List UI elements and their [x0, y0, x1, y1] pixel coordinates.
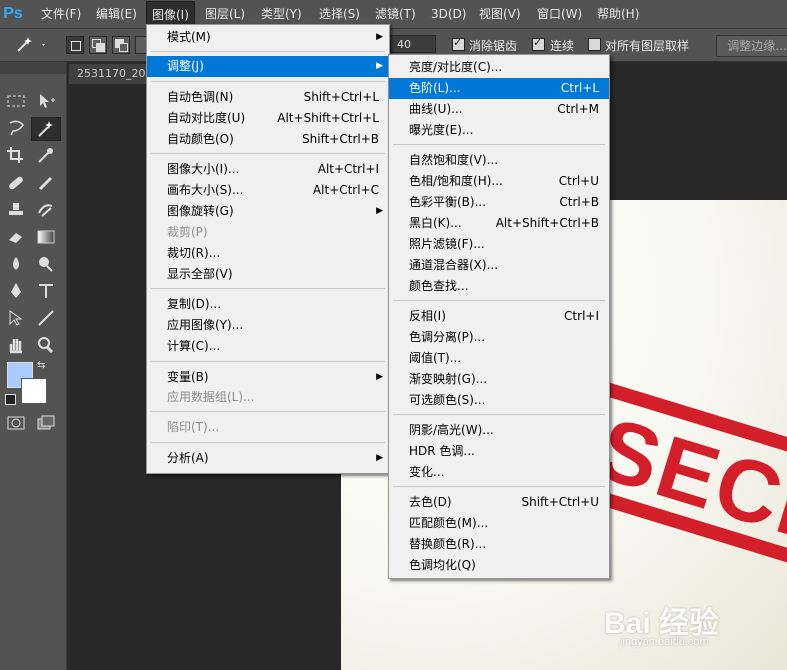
hand-tool-icon[interactable]	[2, 334, 30, 356]
menu-item-equalize[interactable]: 色调均化(Q)	[389, 555, 609, 576]
add-to-selection-icon[interactable]	[89, 36, 107, 54]
type-tool-icon[interactable]	[32, 280, 60, 302]
menu-view[interactable]: 视图(V)	[474, 0, 526, 28]
sample-all-layers-checkbox[interactable]	[588, 38, 601, 51]
gradient-tool-icon[interactable]	[32, 226, 60, 248]
menu-item-gradient-map[interactable]: 渐变映射(G)...	[389, 369, 609, 390]
anti-alias-checkbox[interactable]	[452, 36, 465, 51]
menu-item-analysis[interactable]: 分析(A) ▶	[147, 448, 389, 469]
sample-all-layers-label: 对所有图层取样	[605, 39, 690, 53]
adjustments-submenu: 亮度/对比度(C)... 色阶(L)... Ctrl+L 曲线(U)... Ctrl…	[388, 54, 610, 579]
image-menu: 模式(M) ▶ 调整(J) ▶ 自动色调(N) Shift+Ctrl+L 自动对比度(…	[146, 24, 390, 474]
baidu-watermark-url: jingyan.baidu.com	[620, 636, 709, 648]
toolbox: ⇆	[0, 62, 67, 670]
photoshop-logo: Ps	[3, 5, 23, 22]
move-tool-icon[interactable]	[32, 90, 60, 112]
menu-3d[interactable]: 3D(D)	[426, 0, 471, 28]
menu-item-photo-filter[interactable]: 照片滤镜(F)...	[389, 234, 609, 255]
menu-item-brightness-contrast[interactable]: 亮度/对比度(C)...	[389, 57, 609, 78]
menu-item-selective-color[interactable]: 可选颜色(S)...	[389, 390, 609, 411]
menu-item-levels[interactable]: 色阶(L)... Ctrl+L	[389, 78, 609, 99]
menu-edit[interactable]: 编辑(E)	[91, 0, 142, 28]
contiguous-checkbox[interactable]	[532, 36, 545, 51]
menu-item-trap[interactable]: 陷印(T)...	[147, 417, 389, 438]
history-brush-tool-icon[interactable]	[32, 199, 60, 221]
magic-wand-preset-icon[interactable]	[14, 35, 48, 58]
menu-item-canvas-size[interactable]: 画布大小(S)... Alt+Ctrl+C	[147, 180, 389, 201]
clone-stamp-tool-icon[interactable]	[2, 199, 30, 221]
menu-item-color-balance[interactable]: 色彩平衡(B)... Ctrl+B	[389, 192, 609, 213]
refine-edge-button[interactable]: 调整边缘...	[716, 35, 787, 57]
menu-item-posterize[interactable]: 色调分离(P)...	[389, 327, 609, 348]
document-tab[interactable]: 2531170_205	[68, 63, 158, 85]
toolbox-header[interactable]	[0, 62, 66, 74]
menu-item-apply-data-set[interactable]: 应用数据组(L)...	[147, 387, 389, 408]
menu-item-adjustments[interactable]: 调整(J) ▶	[147, 56, 389, 77]
menu-item-hue-saturation[interactable]: 色相/饱和度(H)... Ctrl+U	[389, 171, 609, 192]
menu-item-duplicate[interactable]: 复制(D)...	[147, 294, 389, 315]
submenu-arrow-icon: ▶	[376, 453, 383, 463]
anti-alias-label: 消除锯齿	[469, 39, 518, 53]
magic-wand-tool-icon[interactable]	[31, 117, 61, 141]
menu-item-apply-image[interactable]: 应用图像(Y)...	[147, 315, 389, 336]
menu-item-color-lookup[interactable]: 颜色查找...	[389, 276, 609, 297]
menu-item-image-rotation[interactable]: 图像旋转(G) ▶	[147, 201, 389, 222]
menu-item-invert[interactable]: 反相(I) Ctrl+I	[389, 306, 609, 327]
eraser-tool-icon[interactable]	[2, 226, 30, 248]
background-color-swatch[interactable]	[21, 378, 47, 404]
menu-item-reveal-all[interactable]: 显示全部(V)	[147, 264, 389, 285]
menu-item-hdr-toning[interactable]: HDR 色调...	[389, 441, 609, 462]
healing-brush-tool-icon[interactable]	[2, 172, 30, 194]
dodge-tool-icon[interactable]	[32, 253, 60, 275]
submenu-arrow-icon: ▶	[376, 61, 383, 71]
default-colors-icon[interactable]	[5, 394, 16, 405]
menu-item-image-size[interactable]: 图像大小(I)... Alt+Ctrl+I	[147, 159, 389, 180]
menu-item-shadows-highlights[interactable]: 阴影/高光(W)...	[389, 420, 609, 441]
pen-tool-icon[interactable]	[2, 280, 30, 302]
menu-item-auto-contrast[interactable]: 自动对比度(U) Alt+Shift+Ctrl+L	[147, 108, 389, 129]
submenu-arrow-icon: ▶	[376, 372, 383, 382]
menu-item-vibrance[interactable]: 自然饱和度(V)...	[389, 150, 609, 171]
submenu-arrow-icon: ▶	[376, 206, 383, 216]
contiguous-label: 连续	[550, 39, 575, 53]
marquee-tool-icon[interactable]	[2, 90, 30, 112]
menu-item-exposure[interactable]: 曝光度(E)...	[389, 120, 609, 141]
menu-file[interactable]: 文件(F)	[36, 0, 86, 28]
menu-item-trim[interactable]: 裁切(R)...	[147, 243, 389, 264]
menu-item-threshold[interactable]: 阈值(T)...	[389, 348, 609, 369]
menu-item-replace-color[interactable]: 替换颜色(R)...	[389, 534, 609, 555]
menu-bar: Ps 文件(F) 编辑(E) 图像(I) 图层(L) 类型(Y) 选择(S) 滤…	[0, 0, 787, 29]
menu-item-desaturate[interactable]: 去色(D) Shift+Ctrl+U	[389, 492, 609, 513]
menu-item-mode[interactable]: 模式(M) ▶	[147, 27, 389, 48]
new-selection-icon[interactable]	[66, 36, 84, 54]
eyedropper-tool-icon[interactable]	[32, 144, 60, 166]
path-selection-tool-icon[interactable]	[2, 307, 30, 329]
menu-item-match-color[interactable]: 匹配颜色(M)...	[389, 513, 609, 534]
blur-tool-icon[interactable]	[2, 253, 30, 275]
menu-item-auto-color[interactable]: 自动颜色(O) Shift+Ctrl+B	[147, 129, 389, 150]
menu-window[interactable]: 窗口(W)	[532, 0, 587, 28]
zoom-tool-icon[interactable]	[32, 334, 60, 356]
quick-mask-icon[interactable]	[2, 412, 30, 434]
lasso-tool-icon[interactable]	[2, 117, 30, 139]
menu-item-channel-mixer[interactable]: 通道混合器(X)...	[389, 255, 609, 276]
menu-item-curves[interactable]: 曲线(U)... Ctrl+M	[389, 99, 609, 120]
brush-tool-icon[interactable]	[32, 172, 60, 194]
menu-help[interactable]: 帮助(H)	[592, 0, 644, 28]
submenu-arrow-icon: ▶	[376, 32, 383, 42]
menu-item-variables[interactable]: 变量(B) ▶	[147, 367, 389, 388]
menu-item-auto-tone[interactable]: 自动色调(N) Shift+Ctrl+L	[147, 87, 389, 108]
menu-item-black-white[interactable]: 黑白(K)... Alt+Shift+Ctrl+B	[389, 213, 609, 234]
line-tool-icon[interactable]	[32, 307, 60, 329]
screen-mode-icon[interactable]	[32, 412, 60, 434]
crop-tool-icon[interactable]	[2, 144, 30, 166]
menu-item-calculations[interactable]: 计算(C)...	[147, 336, 389, 357]
tolerance-input[interactable]: 40	[390, 35, 436, 53]
menu-item-variations[interactable]: 变化...	[389, 462, 609, 483]
stamp-text: SECR	[587, 398, 787, 567]
swap-colors-icon[interactable]: ⇆	[37, 360, 45, 371]
menu-item-crop[interactable]: 裁剪(P)	[147, 222, 389, 243]
subtract-from-selection-icon[interactable]	[112, 36, 130, 54]
